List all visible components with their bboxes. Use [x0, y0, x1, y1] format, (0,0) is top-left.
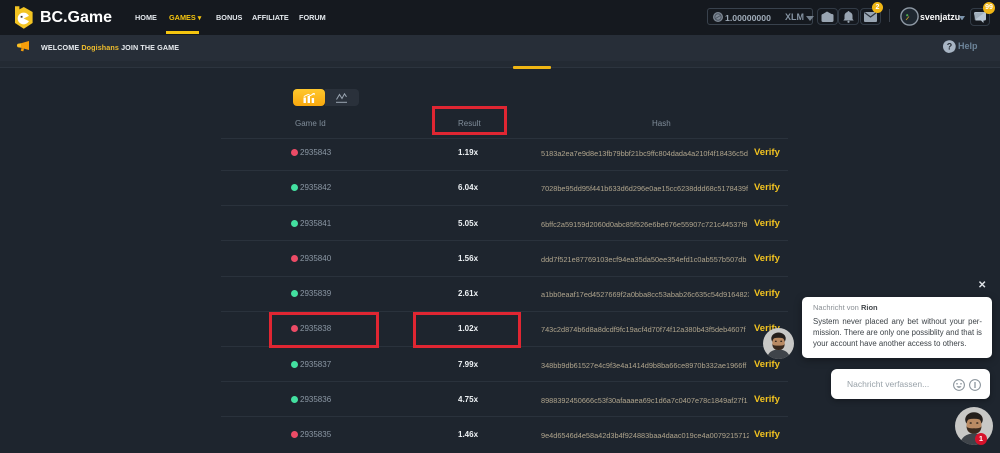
svg-text:?: ? — [947, 42, 953, 52]
